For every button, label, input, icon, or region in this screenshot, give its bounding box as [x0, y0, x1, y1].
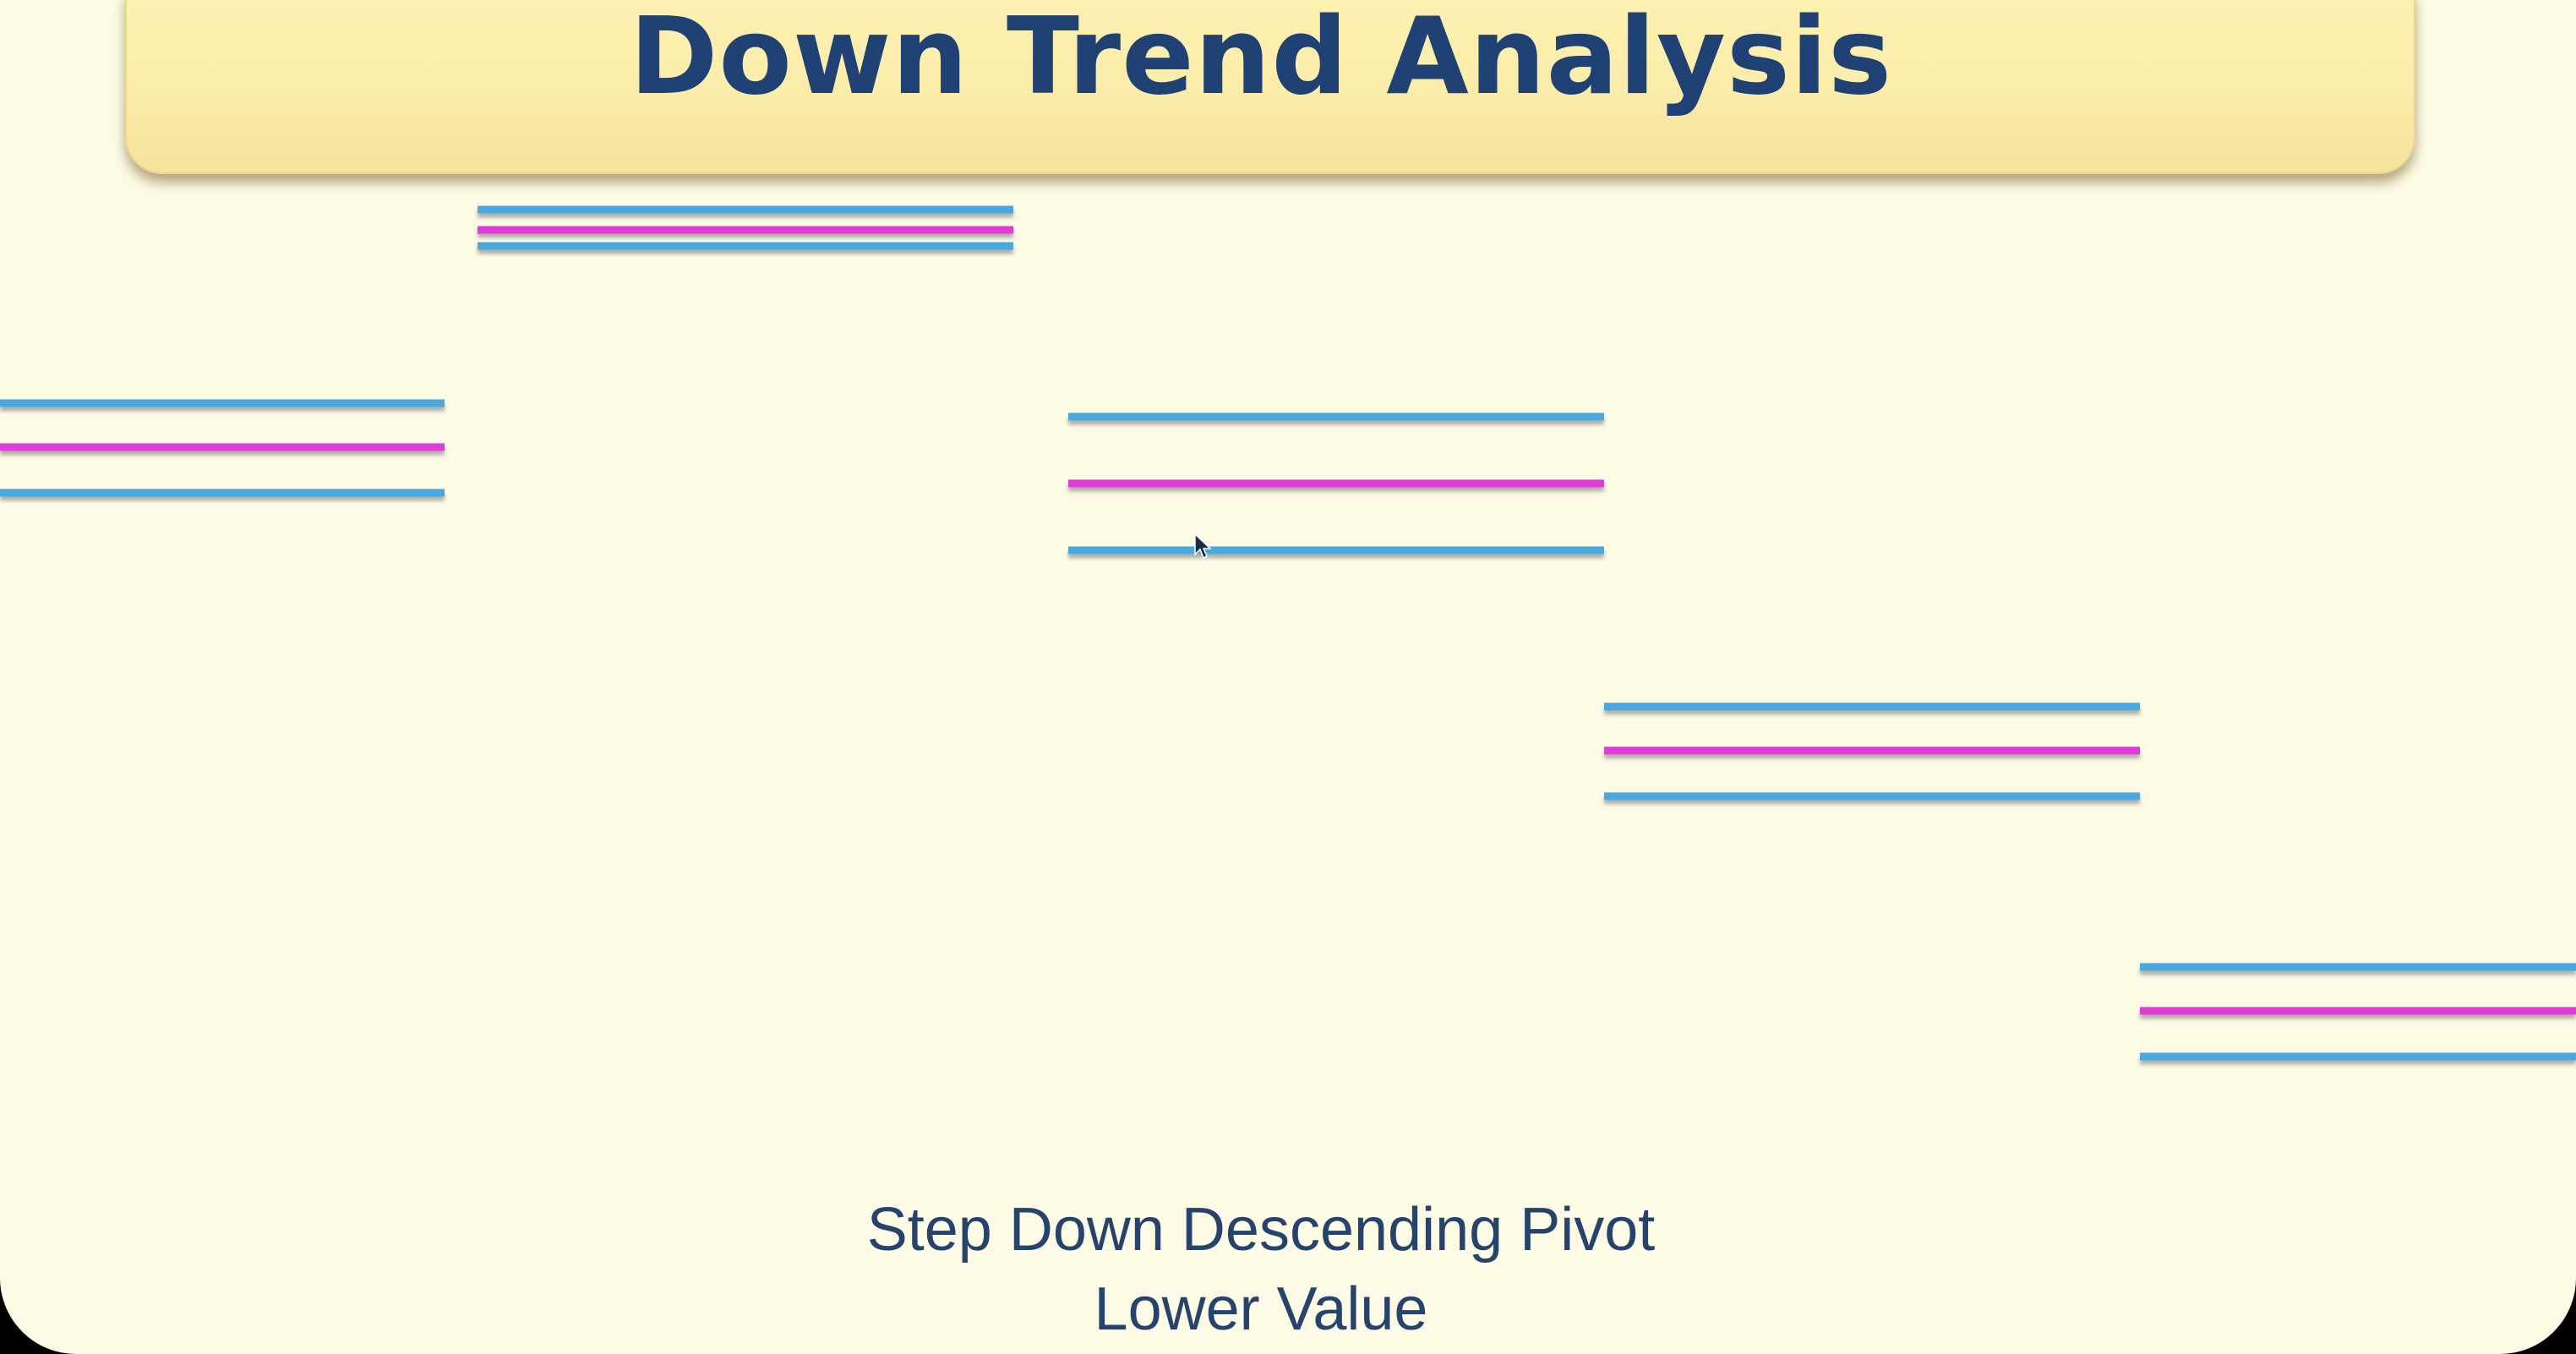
mouse-cursor-icon	[1194, 532, 1212, 560]
slide: Down Trend Analysis Step Down Descending…	[0, 0, 2576, 1354]
pivot-group-1	[0, 399, 445, 497]
pivot-group-3	[1068, 412, 1604, 554]
slide-caption: Step Down Descending Pivot Lower Value	[0, 1190, 2522, 1349]
pivot-group-2	[478, 205, 1013, 250]
pivot-group-4	[1604, 702, 2140, 800]
pivot-diagram	[0, 205, 2576, 1061]
caption-line-1: Step Down Descending Pivot	[866, 1196, 1656, 1264]
pivot-group-5	[2140, 963, 2576, 1061]
caption-line-2: Lower Value	[1094, 1275, 1428, 1343]
